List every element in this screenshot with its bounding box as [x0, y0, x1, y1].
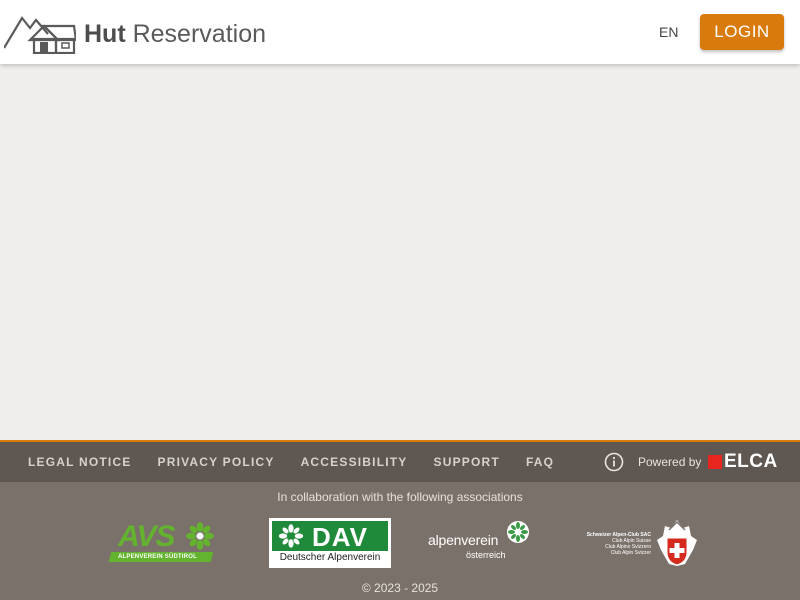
footer-bar: LEGAL NOTICE PRIVACY POLICY ACCESSIBILIT… [0, 440, 800, 482]
footer-nav: LEGAL NOTICE PRIVACY POLICY ACCESSIBILIT… [28, 455, 580, 469]
mountain-hut-icon [4, 16, 76, 54]
collaboration-text: In collaboration with the following asso… [277, 490, 523, 504]
copyright-text: © 2023 - 2025 [361, 581, 439, 595]
edelweiss-icon [186, 522, 214, 550]
edelweiss-icon [278, 524, 304, 548]
avs-logo[interactable]: AVS ALPENVEREIN SÜDTIROL [108, 518, 216, 564]
oe-alpenverein-logo[interactable]: alpenverein österreich [428, 518, 530, 562]
dav-letters: DAV [312, 522, 368, 552]
site-logo[interactable]: Hut Reservation [4, 10, 266, 54]
avs-band-text: ALPENVEREIN SÜDTIROL [118, 554, 198, 560]
powered-by-text: Powered by [638, 455, 702, 469]
swiss-crest-icon [657, 520, 697, 566]
oe-name: alpenverein [428, 532, 499, 548]
elca-logo[interactable]: ELCA [708, 452, 778, 471]
footer-associations: In collaboration with the following asso… [0, 482, 800, 600]
main-content [0, 64, 800, 440]
privacy-policy-link[interactable]: PRIVACY POLICY [158, 455, 275, 469]
elca-brand: ELCA [724, 451, 778, 472]
dav-banner: DAV [272, 521, 388, 552]
logo-text: Hut Reservation [84, 19, 267, 48]
accessibility-link[interactable]: ACCESSIBILITY [301, 455, 408, 469]
legal-notice-link[interactable]: LEGAL NOTICE [28, 455, 132, 469]
support-link[interactable]: SUPPORT [434, 455, 500, 469]
dav-subtitle: Deutscher Alpenverein [279, 552, 381, 563]
dav-logo[interactable]: DAV Deutscher Alpenverein [269, 518, 391, 568]
edelweiss-icon [507, 521, 529, 543]
sac-text: Schweizer Alpen-Club SAC Club Alpin Suis… [586, 532, 651, 556]
sac-logo[interactable]: Schweizer Alpen-Club SAC Club Alpin Suis… [579, 518, 699, 568]
oe-subtitle: österreich [466, 550, 506, 560]
top-header: Hut Reservation EN LOGIN [0, 0, 800, 64]
info-icon[interactable] [604, 452, 624, 472]
faq-link[interactable]: FAQ [526, 455, 554, 469]
avs-letters: AVS [118, 520, 175, 553]
login-button[interactable]: LOGIN [700, 14, 784, 50]
elca-square-icon [708, 454, 722, 469]
language-selector[interactable]: EN [659, 24, 678, 40]
